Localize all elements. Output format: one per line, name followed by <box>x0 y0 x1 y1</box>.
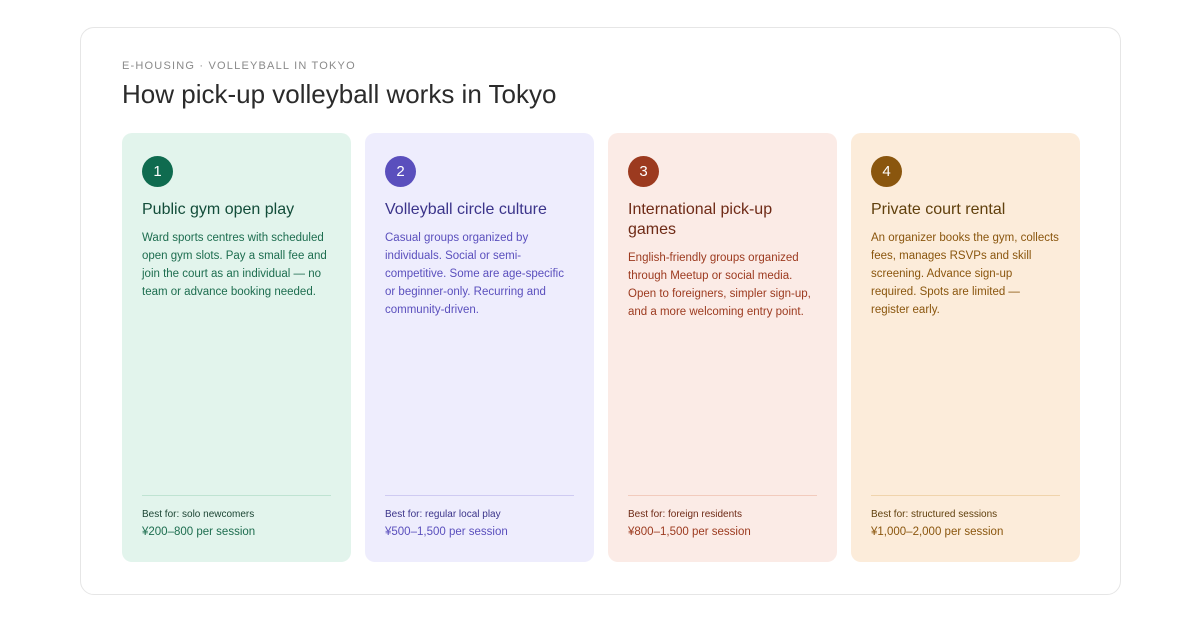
card-title: Volleyball circle culture <box>385 201 547 218</box>
card-volleyball-circle: 2 Volleyball circle culture Casual group… <box>365 133 594 562</box>
card-title: International pick-up games <box>628 201 773 238</box>
card-grid: 1 Public gym open play Ward sports centr… <box>122 133 1080 562</box>
step-badge: 2 <box>385 156 416 187</box>
price-label: ¥800–1,500 per session <box>628 526 751 538</box>
page-title: How pick-up volleyball works in Tokyo <box>122 79 557 109</box>
card-description: Casual groups organized by individuals. … <box>385 232 564 316</box>
eyebrow-label: E-HOUSING · VOLLEYBALL IN TOKYO <box>122 60 356 72</box>
card-title: Public gym open play <box>142 201 295 218</box>
card-footer: Best for: foreign residents ¥800–1,500 p… <box>628 495 817 540</box>
card-title: Private court rental <box>871 201 1006 218</box>
step-badge: 3 <box>628 156 659 187</box>
card-public-gym: 1 Public gym open play Ward sports centr… <box>122 133 351 562</box>
card-footer: Best for: structured sessions ¥1,000–2,0… <box>871 495 1060 540</box>
best-for-label: Best for: solo newcomers <box>142 509 255 520</box>
card-footer: Best for: solo newcomers ¥200–800 per se… <box>142 495 331 540</box>
card-description: Ward sports centres with scheduled open … <box>142 232 327 298</box>
card-international-pickup: 3 International pick-up games English-fr… <box>608 133 837 562</box>
step-badge: 4 <box>871 156 902 187</box>
card-description: English-friendly groups organized throug… <box>628 252 811 318</box>
infographic-panel: E-HOUSING · VOLLEYBALL IN TOKYO How pick… <box>80 27 1121 595</box>
card-description: An organizer books the gym, collects fee… <box>871 232 1059 316</box>
best-for-label: Best for: structured sessions <box>871 509 998 520</box>
card-private-court: 4 Private court rental An organizer book… <box>851 133 1080 562</box>
card-footer: Best for: regular local play ¥500–1,500 … <box>385 495 574 540</box>
price-label: ¥200–800 per session <box>142 526 256 538</box>
price-label: ¥500–1,500 per session <box>385 526 508 538</box>
price-label: ¥1,000–2,000 per session <box>871 526 1004 538</box>
best-for-label: Best for: foreign residents <box>628 509 742 520</box>
best-for-label: Best for: regular local play <box>385 509 501 520</box>
step-badge: 1 <box>142 156 173 187</box>
